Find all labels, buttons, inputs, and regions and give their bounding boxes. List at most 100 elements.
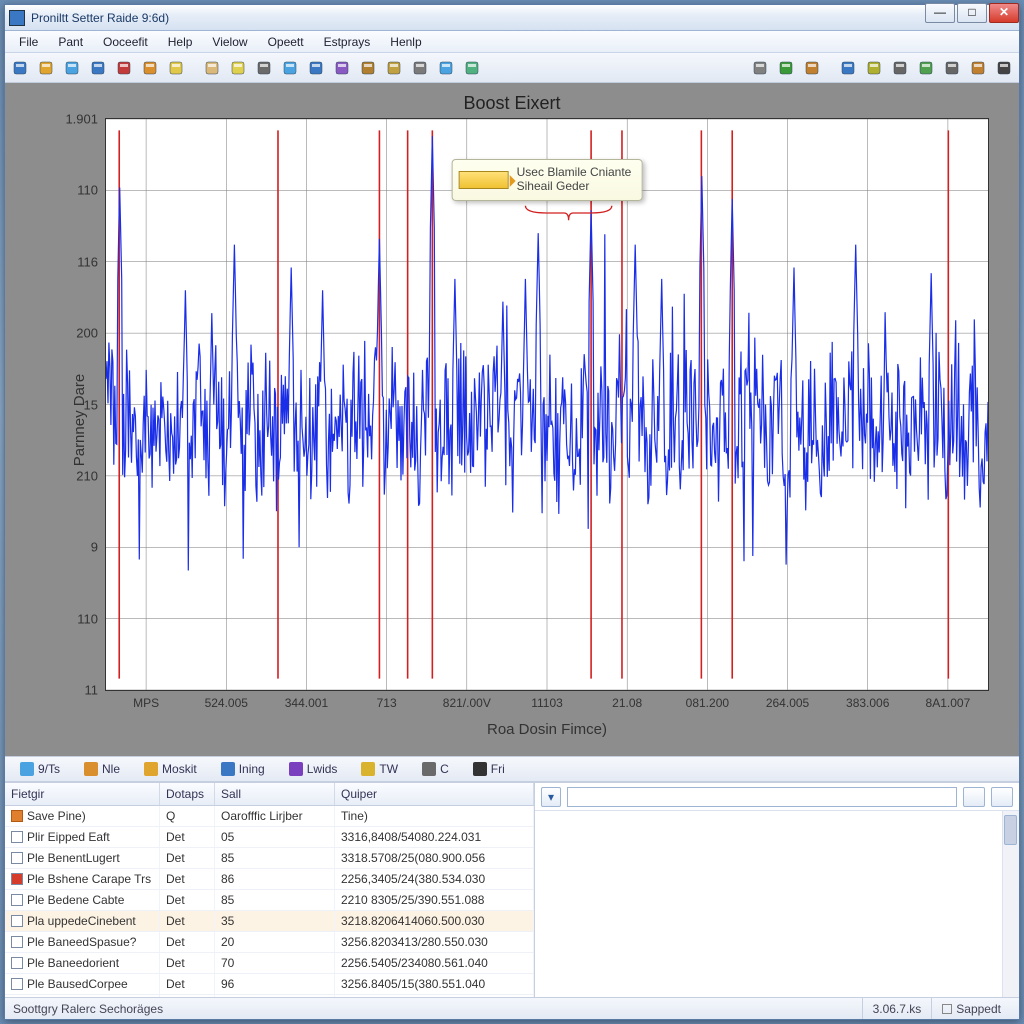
data-grid: FietgirDotapsSallQuiper Save Pine)QOarof… [5,783,535,997]
tab-ining[interactable]: Ining [210,758,276,780]
x-tick: 713 [377,690,397,710]
menubar: FilePantOoceefitHelpVielow OpeettEstprays… [5,31,1019,53]
row-checkbox[interactable] [11,957,23,969]
toolbar [5,53,1019,83]
col-header-fietgir[interactable]: Fietgir [5,783,160,805]
menu-opeett[interactable]: Opeett [260,33,312,51]
col-header-sall[interactable]: Sall [215,783,335,805]
grid-header: FietgirDotapsSallQuiper [5,783,534,806]
ddots-button[interactable] [993,57,1015,79]
table-row[interactable]: Ple Bshene Carape TrsDet862256,3405/24(3… [5,869,534,890]
measurement-callout[interactable]: Usec Blamile Cniante Siheail Geder [452,159,643,201]
scrollbar[interactable] [1002,811,1019,997]
target-button[interactable] [139,57,161,79]
row-checkbox[interactable] [11,873,23,885]
x-tick: 264.005 [766,690,809,710]
plot-canvas[interactable]: Usec Blamile Cniante Siheail Geder 1.901… [105,118,989,691]
close-button[interactable]: ✕ [989,3,1019,23]
row-checkbox[interactable] [11,978,23,990]
table-row[interactable]: Plir Eipped EaftDet053316,8408/54080.224… [5,827,534,848]
grid-body: Save Pine)QOarofffic LirjberTine)Plir Ei… [5,806,534,997]
y-tick: 110 [77,611,106,626]
app-button[interactable] [87,57,109,79]
picture-button[interactable] [435,57,457,79]
table-row[interactable]: Ple BenentLugertDet853318.5708/25(080.90… [5,848,534,869]
table-row[interactable]: Ple BaneedorientDet702256.5405/234080.56… [5,953,534,974]
tab-tw[interactable]: TW [350,758,409,780]
row-checkbox[interactable] [11,852,23,864]
tab-9/ts[interactable]: 9/Ts [9,758,71,780]
export-button[interactable] [305,57,327,79]
grid-button[interactable] [461,57,483,79]
menu-vielow[interactable]: Vielow [204,33,255,51]
search-button-1[interactable] [963,787,985,807]
maximize-button[interactable]: □ [957,3,987,23]
col-header-quiper[interactable]: Quiper [335,783,534,805]
tab-fri[interactable]: Fri [462,758,516,780]
slide-button[interactable] [967,57,989,79]
window-title: Proniltt Setter Raide 9:6d) [31,11,1015,25]
tools-button[interactable] [409,57,431,79]
x-tick: 081.200 [686,690,729,710]
scroll-thumb[interactable] [1004,815,1017,845]
chart-area: Boost Eixert Parnney Dare Roa Dosin Fimc… [5,83,1019,756]
menu-ooceefit[interactable]: Ooceefit [95,33,156,51]
flask-button[interactable] [331,57,353,79]
filter-dropdown[interactable]: ▾ [541,787,561,807]
status-right[interactable]: Sappedt [931,998,1011,1019]
tab-nle[interactable]: Nle [73,758,131,780]
tab-moskit[interactable]: Moskit [133,758,208,780]
y-tick: 1.901 [65,112,106,127]
app-icon [9,10,25,26]
table-row[interactable]: Ple BausedCorpeeDet963256.8405/15(380.55… [5,974,534,995]
image-button[interactable] [61,57,83,79]
globe2-button[interactable] [775,57,797,79]
note-button[interactable] [227,57,249,79]
table-row[interactable]: Pla uppedeCinebentDet353218.8206414060.5… [5,911,534,932]
wizard-button[interactable] [35,57,57,79]
x-tick: MPS [133,690,159,710]
row-checkbox[interactable] [11,915,23,927]
folder-button[interactable] [201,57,223,79]
box-button[interactable] [383,57,405,79]
table-row[interactable]: Ple BaneedSpasue?Det203256.8203413/280.5… [5,932,534,953]
row-checkbox[interactable] [11,936,23,948]
menu-file[interactable]: File [11,33,46,51]
row-checkbox[interactable] [11,810,23,822]
x-tick: 524.005 [205,690,248,710]
dd-button[interactable] [889,57,911,79]
palette-button[interactable] [801,57,823,79]
menu-help[interactable]: Help [160,33,201,51]
record-button[interactable] [113,57,135,79]
log-area[interactable] [535,811,1019,997]
sparkle-button[interactable] [165,57,187,79]
tab-c[interactable]: C [411,758,460,780]
statusbar: Soottgry Ralerc Sechoräges 3.06.7.ks Sap… [5,997,1019,1019]
menu-henlp[interactable]: Henlp [382,33,429,51]
window-button[interactable] [749,57,771,79]
clock-button[interactable] [253,57,275,79]
world-button[interactable] [837,57,859,79]
x-tick: 8A1.007 [926,690,971,710]
chart-title: Boost Eixert [5,93,1019,114]
new-doc-button[interactable] [9,57,31,79]
pencil-button[interactable] [915,57,937,79]
ruler-icon [459,171,509,189]
menu-estprays[interactable]: Estprays [316,33,379,51]
table-row[interactable]: Save Pine)QOarofffic LirjberTine) [5,806,534,827]
search-input[interactable] [567,787,957,807]
row-checkbox[interactable] [11,831,23,843]
table-row[interactable]: Ple Bedene CabteDet852210 8305/25/390.55… [5,890,534,911]
col-header-dotaps[interactable]: Dotaps [160,783,215,805]
right-panel: ▾ [535,783,1019,997]
search-button-2[interactable] [991,787,1013,807]
magic-button[interactable] [863,57,885,79]
tab-lwids[interactable]: Lwids [278,758,349,780]
bottom-pane: FietgirDotapsSallQuiper Save Pine)QOarof… [5,782,1019,997]
dd2-button[interactable] [941,57,963,79]
lock-button[interactable] [357,57,379,79]
minimize-button[interactable]: ― [925,3,955,23]
menu-pant[interactable]: Pant [50,33,91,51]
row-checkbox[interactable] [11,894,23,906]
globe-clock-button[interactable] [279,57,301,79]
